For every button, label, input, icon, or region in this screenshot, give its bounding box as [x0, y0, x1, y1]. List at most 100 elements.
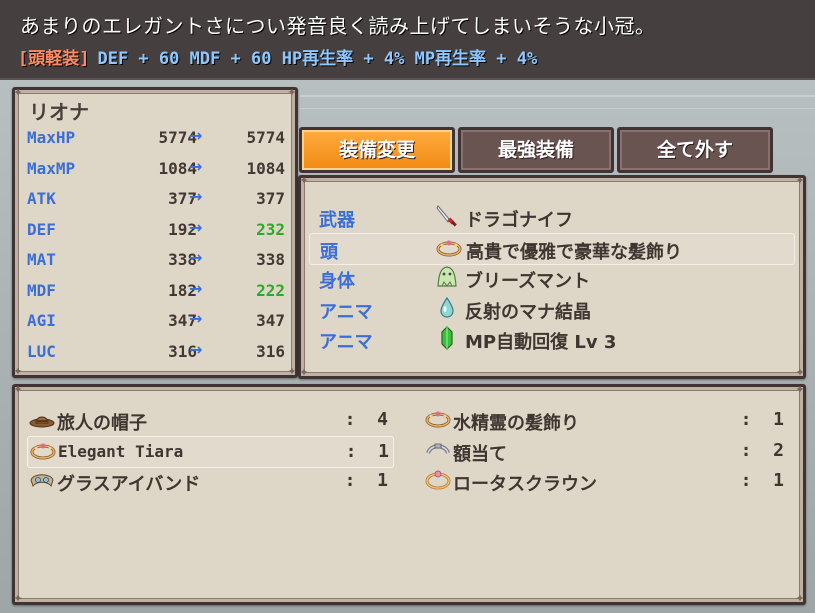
slot-item-name: ブリーズマント [465, 271, 591, 292]
slot-type: 身体 [319, 271, 355, 292]
corner-ornament: ✦ [287, 365, 297, 378]
stat-row: AGI 347 → 347 [15, 307, 295, 337]
stat-row: DEF 192 → 232 [15, 216, 295, 246]
item-name: グラスアイバンド [57, 474, 201, 495]
stat-row: MaxHP 5774 → 5774 [15, 124, 295, 154]
item-count: : 1 [740, 470, 784, 491]
corner-ornament: ✦ [299, 366, 309, 379]
stat-name: MAT [27, 250, 56, 269]
item-entry[interactable]: 額当て : 2 [423, 436, 788, 466]
slot-item-name: 高貴で優雅で豪華な髪飾り [466, 241, 682, 263]
corner-ornament: ✦ [795, 366, 805, 379]
background-line [300, 95, 815, 97]
arrow-right-icon: → [189, 309, 203, 328]
headband-icon [425, 438, 451, 462]
stat-new: 377 [256, 189, 285, 208]
corner-ornament: ✦ [795, 592, 805, 605]
item-entry[interactable]: Elegant Tiara : 1 [27, 435, 394, 468]
effect-values: DEF + 60 MDF + 60 HP再生率 + 4% MP再生率 + 4% [97, 49, 538, 69]
tiara-icon [436, 236, 462, 260]
equip-category: [頭軽装] [18, 49, 90, 69]
remove-all-label: 全て外す [656, 139, 733, 161]
slot-type: アニマ [319, 301, 373, 323]
equip-slot-row[interactable]: 武器 ドラゴナイフ [309, 202, 793, 232]
change-equip-label: 装備変更 [338, 139, 415, 161]
item-count: : 1 [344, 470, 388, 491]
optimize-equip-button[interactable]: 最強装備 [458, 127, 614, 173]
stat-row: MaxMP 1084 → 1084 [15, 155, 295, 185]
corner-ornament: ✦ [287, 86, 297, 99]
corner-ornament: ✦ [13, 592, 23, 605]
equip-slot-row[interactable]: アニマ 反射のマナ結晶 [309, 294, 793, 324]
item-count: : 2 [740, 439, 784, 461]
item-count: : 1 [740, 409, 784, 430]
optimize-equip-label: 最強装備 [497, 139, 574, 161]
slot-type: 武器 [319, 210, 355, 231]
stat-new: 5774 [246, 128, 285, 147]
stat-new: 232 [256, 219, 285, 239]
tiara-icon [30, 439, 56, 463]
item-entry[interactable]: 旅人の帽子 : 4 [27, 405, 392, 435]
equip-slot-row[interactable]: アニマ MP自動回復 Lv 3 [309, 324, 793, 354]
item-name: ロータスクラウン [453, 474, 597, 495]
equip-slot-panel: ✦ ✦ ✦ ✦ 武器 ドラゴナイフ頭 高貴で優雅で豪華な髪飾り 身体 ブリーズマント アニ… [298, 175, 806, 379]
cloak-icon [435, 265, 459, 289]
corner-ornament: ✦ [795, 383, 805, 396]
arrow-right-icon: → [189, 339, 203, 359]
item-entry[interactable]: 水精霊の髪飾り : 1 [423, 405, 788, 435]
arrow-right-icon: → [189, 187, 203, 206]
slot-item-name: MP自動回復 Lv 3 [465, 332, 617, 353]
item-name: 水精霊の髪飾り [453, 413, 579, 434]
stat-row: LUC 316 → 316 [15, 338, 295, 368]
status-panel: ✦ ✦ ✦ ✦ リオナ MaxHP 5774 → 5774 MaxMP 1084 → 1084… [12, 87, 298, 378]
item-name: Elegant Tiara [58, 441, 184, 461]
item-description: あまりのエレガントさについ発音良く読み上げてしまいそうな小冠。 [20, 14, 656, 38]
item-count: : 4 [344, 409, 388, 430]
stat-new: 222 [256, 280, 285, 300]
slot-type: アニマ [319, 332, 373, 353]
tiara-icon [425, 407, 451, 431]
item-list-panel: ✦ ✦ ✦ ✦ 旅人の帽子 : 4 水精霊の髪飾り : 1 Elegant Tiara:… [12, 384, 806, 605]
help-window: あまりのエレガントさについ発音良く読み上げてしまいそうな小冠。 [頭軽装] DEF… [0, 0, 815, 80]
arrow-right-icon: → [189, 126, 203, 145]
corner-ornament: ✦ [795, 174, 805, 187]
corner-ornament: ✦ [13, 86, 23, 99]
stat-row: MAT 338 → 338 [15, 246, 295, 276]
stat-new: 338 [256, 250, 285, 269]
item-name: 額当て [453, 443, 507, 465]
knife-icon [435, 204, 459, 228]
slot-type: 頭 [320, 241, 338, 263]
background-line [300, 108, 815, 109]
arrow-right-icon: → [189, 156, 203, 176]
item-count: : 1 [345, 440, 389, 462]
stat-name: MaxMP [27, 158, 76, 178]
change-equip-button[interactable]: 装備変更 [299, 127, 455, 173]
eyeband-icon [29, 468, 55, 492]
stat-name: MDF [27, 280, 56, 300]
arrow-right-icon: → [189, 217, 203, 237]
remove-all-button[interactable]: 全て外す [617, 127, 773, 173]
arrow-right-icon: → [189, 278, 203, 298]
item-entry[interactable]: グラスアイバンド : 1 [27, 466, 392, 496]
slot-item-name: 反射のマナ結晶 [465, 301, 591, 323]
item-name: 旅人の帽子 [57, 413, 147, 434]
stat-name: MaxHP [27, 128, 76, 147]
stat-new: 347 [256, 311, 285, 330]
stat-name: LUC [27, 341, 56, 361]
slot-item-name: ドラゴナイフ [465, 210, 573, 231]
crown-icon [425, 468, 451, 492]
equip-slot-row[interactable]: 頭 高貴で優雅で豪華な髪飾り [309, 232, 795, 265]
stat-row: MDF 182 → 222 [15, 277, 295, 307]
stat-name: DEF [27, 219, 56, 239]
corner-ornament: ✦ [299, 174, 309, 187]
arrow-right-icon: → [189, 248, 203, 267]
corner-ornament: ✦ [13, 383, 23, 396]
item-entry[interactable]: ロータスクラウン : 1 [423, 466, 788, 496]
hat-icon [29, 407, 55, 431]
stat-new: 316 [256, 341, 285, 361]
mana-crystal-icon [435, 296, 459, 320]
equip-slot-row[interactable]: 身体 ブリーズマント [309, 263, 793, 293]
item-effects: [頭軽装] DEF + 60 MDF + 60 HP再生率 + 4% MP再生率 … [18, 44, 537, 69]
corner-ornament: ✦ [13, 365, 23, 378]
stat-new: 1084 [246, 158, 285, 178]
